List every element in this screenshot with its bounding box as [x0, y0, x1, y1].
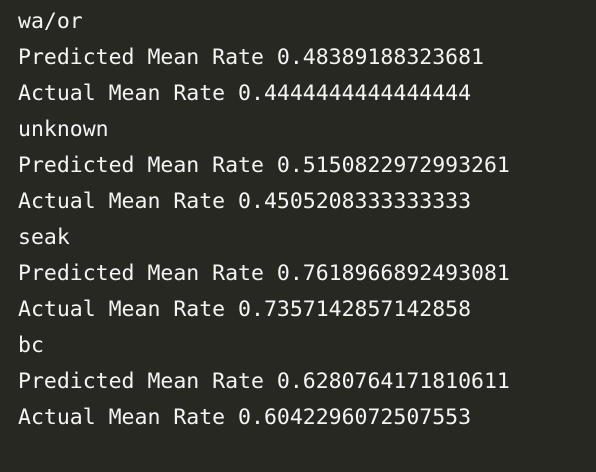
output-line: unknown: [18, 117, 109, 142]
output-line: bc: [18, 333, 44, 358]
output-line: Predicted Mean Rate 0.6280764171810611: [18, 369, 510, 394]
output-line: Actual Mean Rate 0.7357142857142858: [18, 297, 472, 322]
output-line: Actual Mean Rate 0.4505208333333333: [18, 189, 472, 214]
terminal-output: wa/or Predicted Mean Rate 0.483891883236…: [0, 0, 596, 472]
output-line: seak: [18, 225, 70, 250]
output-line: Predicted Mean Rate 0.7618966892493081: [18, 261, 510, 286]
output-line: Actual Mean Rate 0.4444444444444444: [18, 81, 472, 106]
output-line: Actual Mean Rate 0.6042296072507553: [18, 405, 472, 430]
output-line: Predicted Mean Rate 0.48389188323681: [18, 45, 484, 70]
output-line: Predicted Mean Rate 0.5150822972993261: [18, 153, 510, 178]
output-line: wa/or: [18, 9, 83, 34]
